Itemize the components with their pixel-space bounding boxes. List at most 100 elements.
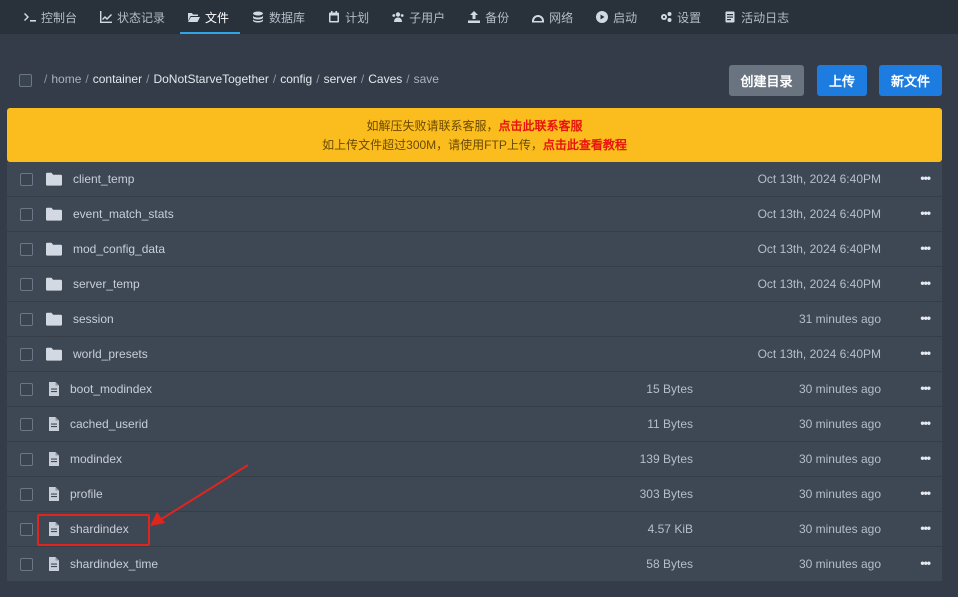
row-checkbox[interactable]: [20, 278, 33, 291]
file-name[interactable]: client_temp: [73, 172, 134, 186]
row-checkbox[interactable]: [20, 558, 33, 571]
file-name[interactable]: modindex: [70, 452, 122, 466]
calendar-icon: [328, 11, 340, 23]
file-name[interactable]: boot_modindex: [70, 382, 152, 396]
upload-icon: [468, 11, 481, 23]
file-row[interactable]: boot_modindex 15 Bytes 30 minutes ago •••: [7, 372, 942, 407]
file-modified-date: 30 minutes ago: [798, 382, 881, 396]
nav-item-chart[interactable]: 状态记录: [90, 0, 178, 34]
nav-item-terminal[interactable]: 控制台: [14, 0, 90, 34]
row-menu-button[interactable]: •••: [920, 451, 931, 465]
file-modified-date: 30 minutes ago: [798, 522, 881, 536]
row-menu-button[interactable]: •••: [920, 521, 931, 535]
file-name[interactable]: world_presets: [73, 347, 148, 361]
breadcrumb-separator: /: [146, 72, 150, 86]
breadcrumb-separator: /: [272, 72, 277, 86]
nav-item-label: 控制台: [41, 10, 78, 25]
file-name[interactable]: event_match_stats: [73, 207, 174, 221]
row-menu-button[interactable]: •••: [920, 206, 931, 220]
contact-support-link[interactable]: 点击此联系客服: [499, 119, 583, 133]
breadcrumb-segment[interactable]: container: [93, 72, 142, 86]
nav-item-gears[interactable]: 设置: [650, 0, 714, 34]
folder-icon: [46, 347, 62, 361]
row-menu-button[interactable]: •••: [920, 381, 931, 395]
notice-banner: 如解压失败请联系客服，点击此联系客服 如上传文件超过300M，请使用FTP上传，…: [7, 108, 942, 162]
row-checkbox[interactable]: [20, 523, 33, 536]
row-checkbox[interactable]: [20, 173, 33, 186]
row-checkbox[interactable]: [20, 348, 33, 361]
row-menu-button[interactable]: •••: [920, 241, 931, 255]
breadcrumb-segment[interactable]: server: [324, 72, 357, 86]
breadcrumb-segment[interactable]: config: [280, 72, 312, 86]
file-name[interactable]: mod_config_data: [73, 242, 165, 256]
file-size: 303 Bytes: [639, 487, 693, 501]
row-checkbox[interactable]: [20, 418, 33, 431]
nav-item-log[interactable]: 活动日志: [714, 0, 802, 34]
file-size: 4.57 KiB: [647, 522, 693, 536]
breadcrumb-segment[interactable]: DoNotStarveTogether: [153, 72, 268, 86]
annotation-arrow: [150, 464, 249, 526]
gears-icon: [660, 11, 672, 23]
row-checkbox[interactable]: [20, 243, 33, 256]
nav-item-label: 文件: [205, 10, 230, 25]
nav-item-label: 活动日志: [741, 10, 790, 25]
row-menu-button[interactable]: •••: [920, 171, 931, 185]
nav-item-label: 子用户: [409, 10, 446, 25]
file-name[interactable]: shardindex_time: [70, 557, 158, 571]
folder-row[interactable]: client_temp Oct 13th, 2024 6:40PM •••: [7, 162, 942, 197]
row-checkbox[interactable]: [20, 208, 33, 221]
nav-item-network[interactable]: 网络: [522, 0, 586, 34]
file-modified-date: 30 minutes ago: [798, 557, 881, 571]
nav-item-database[interactable]: 数据库: [242, 0, 318, 34]
file-modified-date: Oct 13th, 2024 6:40PM: [757, 207, 881, 221]
row-checkbox[interactable]: [20, 488, 33, 501]
view-tutorial-link[interactable]: 点击此查看教程: [543, 138, 627, 152]
breadcrumb: / home / container / DoNotStarveTogether / conf…: [44, 72, 439, 86]
nav-item-play[interactable]: 启动: [586, 0, 650, 34]
folder-row[interactable]: session 31 minutes ago •••: [7, 302, 942, 337]
new-file-button[interactable]: 新文件: [879, 65, 942, 96]
breadcrumb-segment[interactable]: home: [51, 72, 81, 86]
file-icon: [46, 557, 62, 571]
row-menu-button[interactable]: •••: [920, 416, 931, 430]
folder-row[interactable]: event_match_stats Oct 13th, 2024 6:40PM ••…: [7, 197, 942, 232]
row-menu-button[interactable]: •••: [920, 311, 931, 325]
notice-text-2: 如上传文件超过300M，请使用FTP上传，: [322, 138, 543, 152]
nav-item-label: 启动: [613, 10, 638, 25]
folder-icon: [46, 172, 62, 186]
file-name[interactable]: session: [73, 312, 114, 326]
nav-item-calendar[interactable]: 计划: [318, 0, 382, 34]
upload-button[interactable]: 上传: [817, 65, 867, 96]
nav-item-users[interactable]: 子用户: [382, 0, 458, 34]
row-menu-button[interactable]: •••: [920, 346, 931, 360]
row-menu-button[interactable]: •••: [920, 486, 931, 500]
create-directory-button[interactable]: 创建目录: [729, 65, 804, 96]
select-all-checkbox[interactable]: [19, 74, 32, 87]
file-row[interactable]: cached_userid 11 Bytes 30 minutes ago •••: [7, 407, 942, 442]
file-size: 139 Bytes: [639, 452, 693, 466]
folder-row[interactable]: mod_config_data Oct 13th, 2024 6:40PM •••: [7, 232, 942, 267]
folder-icon: [46, 242, 62, 256]
file-name[interactable]: cached_userid: [70, 417, 148, 431]
breadcrumb-separator: /: [360, 72, 365, 86]
file-modified-date: Oct 13th, 2024 6:40PM: [757, 347, 881, 361]
row-checkbox[interactable]: [20, 453, 33, 466]
file-icon: [46, 382, 62, 396]
row-checkbox[interactable]: [20, 383, 33, 396]
folder-row[interactable]: world_presets Oct 13th, 2024 6:40PM •••: [7, 337, 942, 372]
nav-item-label: 状态记录: [117, 10, 166, 25]
row-menu-button[interactable]: •••: [920, 276, 931, 290]
nav-item-label: 备份: [485, 10, 510, 25]
file-name[interactable]: server_temp: [73, 277, 140, 291]
users-icon: [392, 11, 404, 23]
file-row[interactable]: shardindex_time 58 Bytes 30 minutes ago •••: [7, 547, 942, 582]
terminal-icon: [24, 11, 36, 23]
folder-row[interactable]: server_temp Oct 13th, 2024 6:40PM •••: [7, 267, 942, 302]
row-menu-button[interactable]: •••: [920, 556, 931, 570]
nav-item-folder-open[interactable]: 文件: [178, 0, 242, 34]
row-checkbox[interactable]: [20, 313, 33, 326]
nav-item-upload[interactable]: 备份: [458, 0, 522, 34]
nav-item-label: 计划: [345, 10, 370, 25]
file-name[interactable]: profile: [70, 487, 103, 501]
breadcrumb-segment[interactable]: Caves: [368, 72, 402, 86]
